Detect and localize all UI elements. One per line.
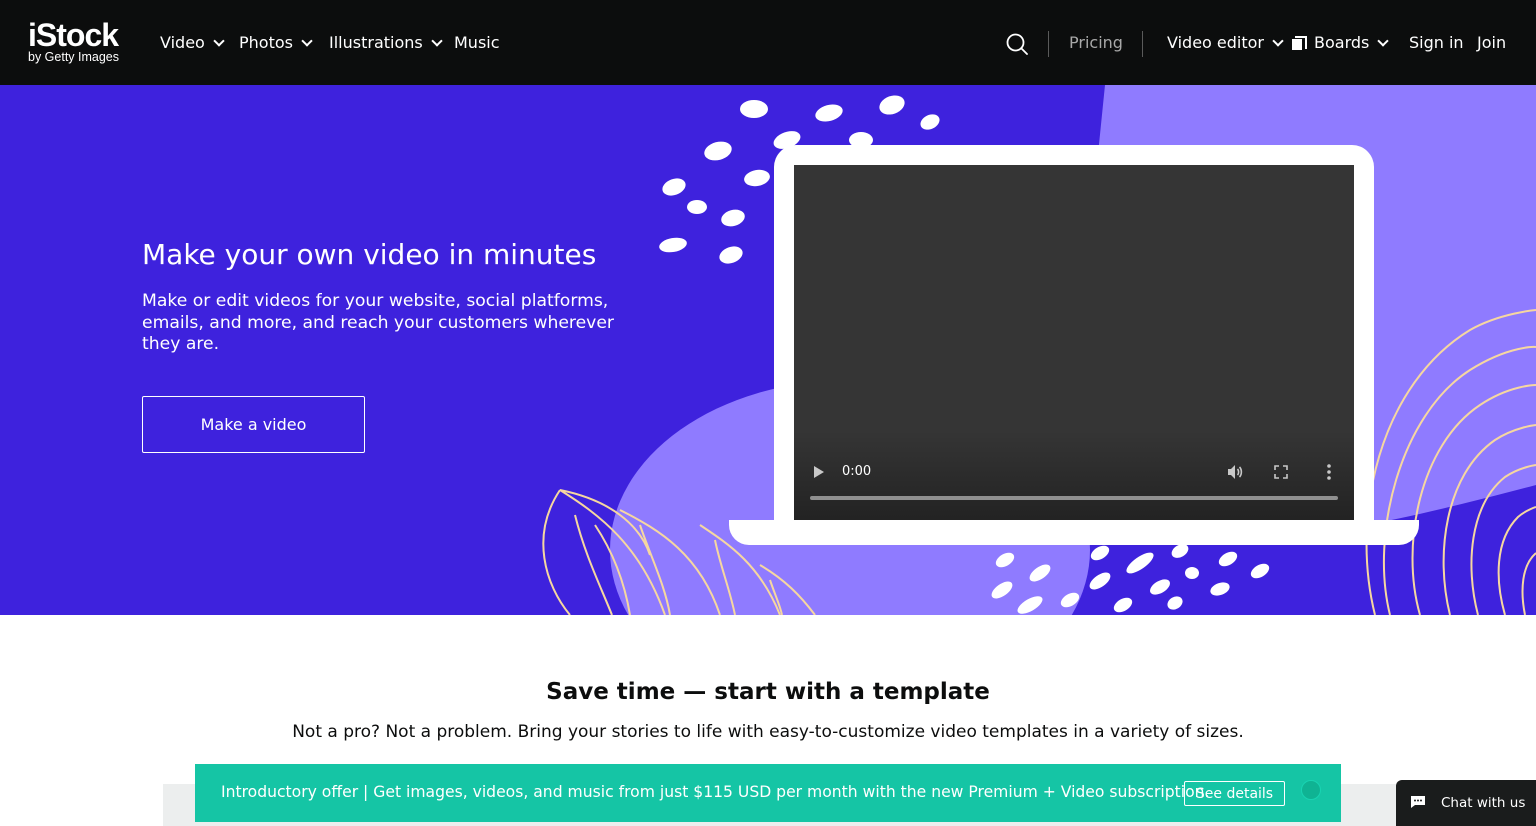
offer-banner: Introductory offer | Get images, videos,…	[195, 764, 1341, 822]
nav-video-menu[interactable]: Video	[160, 33, 225, 53]
search-icon[interactable]	[1006, 33, 1028, 55]
chevron-down-icon	[431, 34, 443, 47]
nav-video-label: Video	[160, 33, 205, 52]
join-label: Join	[1477, 33, 1507, 52]
nav-music-link[interactable]: Music	[454, 33, 500, 53]
join-link[interactable]: Join	[1477, 33, 1506, 53]
nav-video-editor-label: Video editor	[1167, 33, 1264, 52]
nav-music-label: Music	[454, 33, 500, 52]
top-navbar: iStock by Getty Images Video Photos Illu…	[0, 0, 1536, 85]
chat-widget-button[interactable]: Chat with us	[1396, 780, 1536, 826]
nav-pricing-link[interactable]: Pricing	[1069, 33, 1123, 53]
templates-title: Save time — start with a template	[546, 679, 990, 705]
istock-logo[interactable]: iStock by Getty Images	[28, 18, 119, 63]
fullscreen-icon[interactable]	[1274, 465, 1288, 479]
volume-icon[interactable]	[1226, 463, 1244, 481]
offer-text: Introductory offer | Get images, videos,…	[221, 783, 1210, 801]
chevron-down-icon	[301, 34, 313, 47]
chat-bubble-icon	[1411, 796, 1425, 808]
hero-subtitle: Make or edit videos for your website, so…	[142, 291, 614, 354]
laptop-base	[729, 520, 1419, 545]
hero-title: Make your own video in minutes	[142, 238, 597, 271]
nav-boards-menu[interactable]: Boards	[1292, 33, 1390, 53]
see-details-button[interactable]: See details	[1184, 781, 1285, 806]
make-video-button[interactable]: Make a video	[142, 396, 365, 453]
boards-icon	[1292, 36, 1307, 50]
chevron-down-icon	[1272, 34, 1284, 47]
chevron-down-icon	[213, 34, 225, 47]
video-player[interactable]: 0:00	[794, 165, 1354, 520]
laptop-frame: 0:00	[774, 145, 1374, 525]
nav-divider	[1142, 31, 1143, 57]
nav-divider	[1048, 31, 1049, 57]
sign-in-link[interactable]: Sign in	[1409, 33, 1464, 53]
sign-in-label: Sign in	[1409, 33, 1464, 52]
close-icon[interactable]	[1301, 780, 1321, 800]
templates-subtitle: Not a pro? Not a problem. Bring your sto…	[292, 722, 1244, 742]
nav-photos-label: Photos	[239, 33, 293, 52]
logo-subtitle: by Getty Images	[28, 50, 120, 64]
video-controls: 0:00	[794, 430, 1354, 520]
nav-photos-menu[interactable]: Photos	[239, 33, 313, 53]
chat-label: Chat with us	[1441, 795, 1526, 811]
video-time: 0:00	[842, 464, 872, 479]
nav-illustrations-label: Illustrations	[329, 33, 423, 52]
more-options-icon[interactable]	[1326, 463, 1332, 481]
video-progress-bar[interactable]	[810, 496, 1338, 500]
play-icon[interactable]	[814, 466, 824, 478]
nav-illustrations-menu[interactable]: Illustrations	[329, 33, 443, 53]
hero-banner: Make your own video in minutes Make or e…	[0, 85, 1536, 615]
nav-boards-label: Boards	[1314, 33, 1370, 52]
nav-pricing-label: Pricing	[1069, 33, 1123, 52]
chevron-down-icon	[1377, 34, 1390, 47]
nav-video-editor-menu[interactable]: Video editor	[1167, 33, 1284, 53]
logo-brand: iStock	[28, 17, 119, 53]
